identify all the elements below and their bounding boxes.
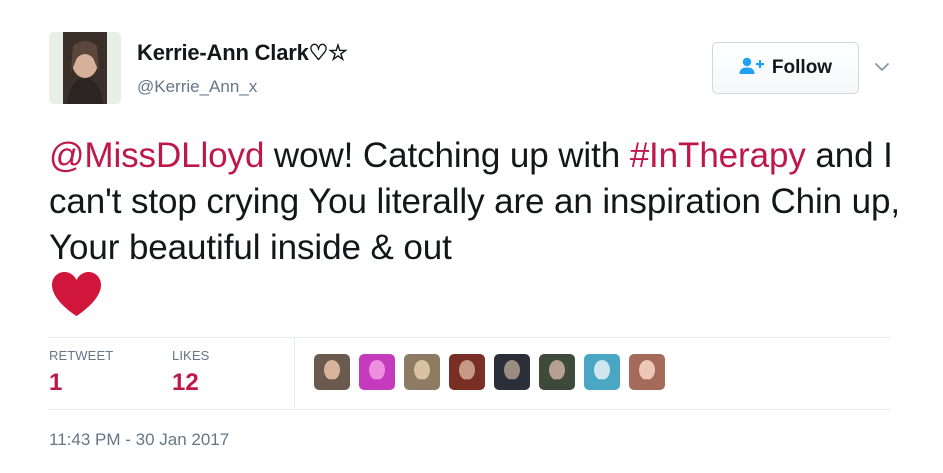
liker-avatar-7[interactable] bbox=[584, 354, 620, 390]
liker-avatar-4[interactable] bbox=[449, 354, 485, 390]
follow-person-plus-icon bbox=[739, 57, 765, 80]
retweet-label[interactable]: RETWEET bbox=[49, 348, 113, 363]
author-handle[interactable]: @Kerrie_Ann_x bbox=[137, 77, 257, 97]
tweet-text: @MissDLloyd wow! Catching up with #InThe… bbox=[49, 133, 909, 271]
author-name[interactable]: Kerrie-Ann Clark♡☆ bbox=[137, 40, 348, 66]
liker-avatar-8[interactable] bbox=[629, 354, 665, 390]
likes-count[interactable]: 12 bbox=[172, 369, 199, 397]
red-heart-icon bbox=[50, 270, 103, 318]
tweet-timestamp[interactable]: 11:43 PM - 30 Jan 2017 bbox=[49, 430, 229, 450]
liker-avatar-3[interactable] bbox=[404, 354, 440, 390]
tweet-text-part-1: wow! Catching up with bbox=[264, 136, 630, 175]
liker-avatars bbox=[314, 354, 665, 390]
hashtag-link[interactable]: #InTherapy bbox=[630, 136, 806, 175]
likes-label[interactable]: LIKES bbox=[172, 348, 209, 363]
liker-avatar-2[interactable] bbox=[359, 354, 395, 390]
author-avatar[interactable] bbox=[49, 32, 121, 104]
follow-button[interactable]: Follow bbox=[712, 42, 859, 94]
stats-separator bbox=[294, 338, 295, 410]
mention-link[interactable]: @MissDLloyd bbox=[49, 136, 264, 175]
retweet-count[interactable]: 1 bbox=[49, 369, 62, 397]
chevron-down-icon[interactable] bbox=[873, 58, 891, 76]
liker-avatar-1[interactable] bbox=[314, 354, 350, 390]
stats-top-divider bbox=[49, 337, 891, 338]
liker-avatar-6[interactable] bbox=[539, 354, 575, 390]
stats-bottom-divider bbox=[49, 409, 891, 410]
follow-button-label: Follow bbox=[771, 57, 833, 78]
liker-avatar-5[interactable] bbox=[494, 354, 530, 390]
